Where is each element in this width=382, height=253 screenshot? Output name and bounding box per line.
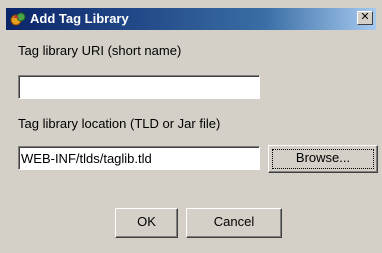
add-tag-library-dialog: Add Tag Library ✕ Tag library URI (short… [0, 0, 382, 253]
uri-label: Tag library URI (short name) [18, 43, 182, 58]
cancel-button[interactable]: Cancel [186, 208, 282, 238]
title-bar[interactable]: Add Tag Library ✕ [6, 8, 376, 30]
browse-button-label: Browse... [295, 150, 351, 165]
close-icon: ✕ [360, 11, 370, 23]
ok-button[interactable]: OK [115, 208, 178, 238]
browse-button[interactable]: Browse... [268, 145, 378, 173]
ok-button-label: OK [137, 214, 156, 229]
dialog-title: Add Tag Library [30, 11, 129, 26]
location-label: Tag library location (TLD or Jar file) [18, 116, 221, 131]
cancel-button-label: Cancel [213, 214, 255, 229]
tag-library-icon [10, 11, 26, 27]
location-input[interactable] [18, 146, 260, 170]
close-button[interactable]: ✕ [357, 11, 373, 25]
uri-input[interactable] [18, 75, 260, 99]
